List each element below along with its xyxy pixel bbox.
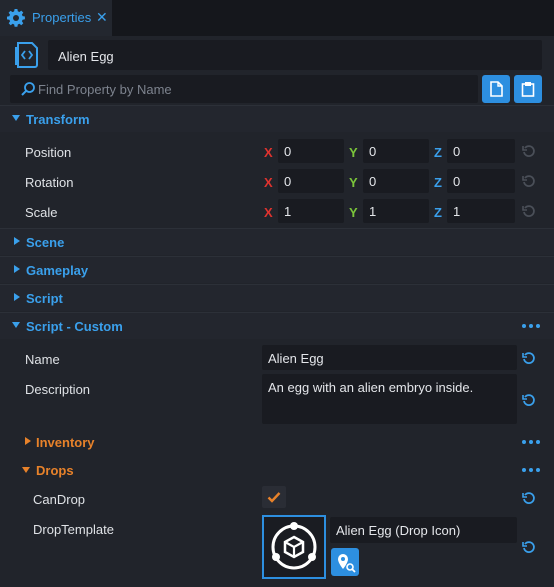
- section-transform[interactable]: Transform: [0, 105, 554, 132]
- document-icon: [490, 81, 503, 97]
- tab-properties[interactable]: Properties ✕: [0, 0, 112, 36]
- search-placeholder: Find Property by Name: [38, 82, 172, 97]
- reset-icon[interactable]: [522, 393, 536, 407]
- template-thumbnail[interactable]: [262, 515, 326, 579]
- section-script[interactable]: Script: [0, 284, 554, 311]
- droptemplate-field[interactable]: Alien Egg (Drop Icon): [330, 517, 517, 543]
- locate-template-button[interactable]: [331, 548, 359, 576]
- reset-icon[interactable]: [522, 351, 536, 365]
- scale-z-field[interactable]: 1: [447, 199, 515, 223]
- chevron-down-icon: [12, 322, 20, 328]
- rotation-y-field[interactable]: 0: [363, 169, 429, 193]
- axis-z-label: Z: [434, 175, 442, 190]
- droptemplate-label: DropTemplate: [33, 522, 114, 537]
- custom-name-field[interactable]: Alien Egg: [262, 345, 517, 370]
- description-label: Description: [25, 382, 91, 397]
- subsection-drops[interactable]: Drops: [0, 457, 554, 483]
- gear-icon: [7, 9, 25, 27]
- axis-x-label: X: [264, 205, 273, 220]
- subsection-inventory[interactable]: Inventory: [0, 429, 554, 455]
- chevron-right-icon: [25, 437, 31, 445]
- scale-x-field[interactable]: 1: [278, 199, 344, 223]
- chevron-down-icon: [12, 115, 20, 121]
- script-object-icon: [15, 42, 38, 68]
- paste-button[interactable]: [514, 75, 542, 103]
- rotation-label: Rotation: [25, 175, 74, 190]
- search-input[interactable]: Find Property by Name: [10, 75, 478, 103]
- candrop-checkbox[interactable]: [262, 486, 286, 508]
- reset-icon[interactable]: [522, 174, 536, 188]
- position-y-field[interactable]: 0: [363, 139, 429, 163]
- clipboard-icon: [521, 82, 535, 97]
- position-x-field[interactable]: 0: [278, 139, 344, 163]
- locate-pin-icon: [338, 554, 356, 573]
- description-field[interactable]: An egg with an alien embryo inside.: [262, 374, 517, 424]
- candrop-label: CanDrop: [33, 492, 86, 507]
- chevron-right-icon: [14, 293, 20, 301]
- section-gameplay[interactable]: Gameplay: [0, 256, 554, 283]
- template-icon: [271, 522, 317, 570]
- reset-icon[interactable]: [522, 491, 536, 505]
- axis-y-label: Y: [349, 145, 358, 160]
- position-label: Position: [25, 145, 72, 160]
- search-icon: [21, 82, 35, 96]
- axis-z-label: Z: [434, 145, 442, 160]
- axis-y-label: Y: [349, 175, 358, 190]
- scale-y-field[interactable]: 1: [363, 199, 429, 223]
- section-script-custom[interactable]: Script - Custom: [0, 312, 554, 339]
- checkmark-icon: [267, 492, 281, 503]
- chevron-down-icon: [22, 467, 30, 473]
- close-icon[interactable]: ✕: [96, 9, 108, 26]
- more-options-icon[interactable]: [522, 440, 542, 446]
- more-options-icon[interactable]: [522, 324, 542, 330]
- axis-y-label: Y: [349, 205, 358, 220]
- rotation-z-field[interactable]: 0: [447, 169, 515, 193]
- rotation-x-field[interactable]: 0: [278, 169, 344, 193]
- section-scene[interactable]: Scene: [0, 228, 554, 255]
- reset-icon[interactable]: [522, 204, 536, 218]
- axis-x-label: X: [264, 145, 273, 160]
- tab-bar: Properties ✕: [0, 0, 554, 36]
- axis-x-label: X: [264, 175, 273, 190]
- chevron-right-icon: [14, 237, 20, 245]
- chevron-right-icon: [14, 265, 20, 273]
- scale-label: Scale: [25, 205, 58, 220]
- more-options-icon[interactable]: [522, 468, 542, 474]
- reset-icon[interactable]: [522, 144, 536, 158]
- object-name-field[interactable]: Alien Egg: [48, 40, 542, 70]
- custom-name-label: Name: [25, 352, 60, 367]
- tab-title: Properties: [32, 10, 92, 25]
- position-z-field[interactable]: 0: [447, 139, 515, 163]
- axis-z-label: Z: [434, 205, 442, 220]
- reset-icon[interactable]: [522, 540, 536, 554]
- copy-button[interactable]: [482, 75, 510, 103]
